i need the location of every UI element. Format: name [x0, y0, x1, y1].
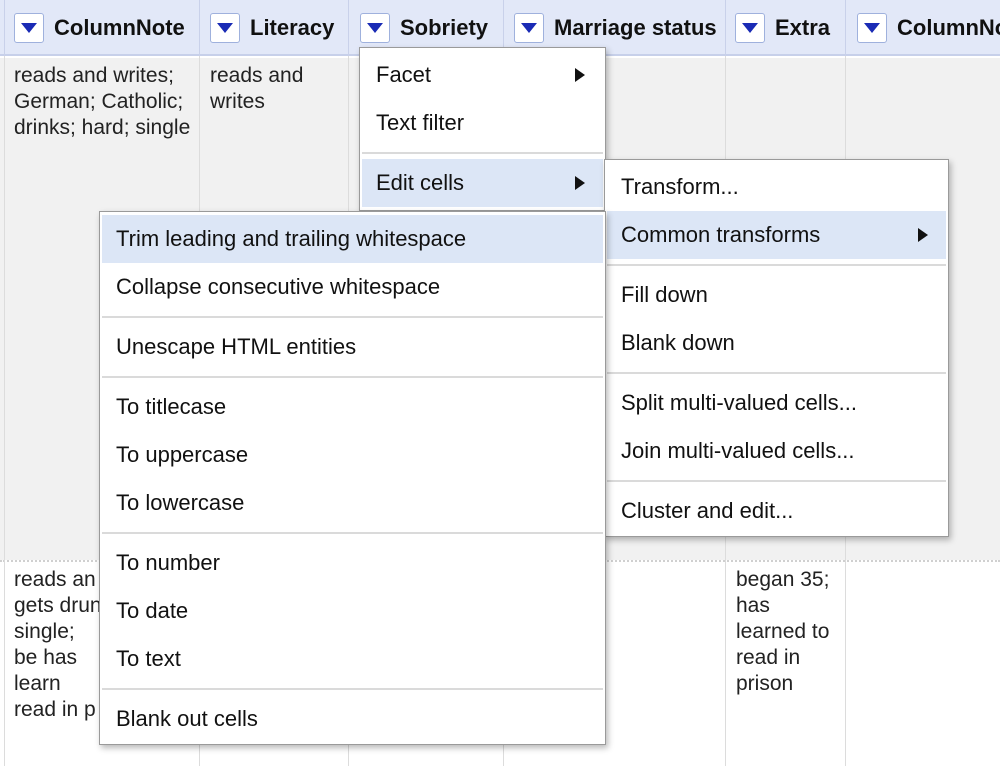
menu-item-blank-down[interactable]: Blank down [607, 319, 946, 367]
menu-item-join-multi-valued[interactable]: Join multi-valued cells... [607, 427, 946, 475]
submenu-arrow-icon [575, 176, 585, 190]
column-header-columnnote: ColumnNote [14, 0, 199, 56]
menu-item-label: Facet [376, 62, 432, 87]
dropdown-triangle-icon [521, 23, 537, 33]
menu-item-blank-out-cells[interactable]: Blank out cells [102, 695, 603, 743]
menu-separator [607, 480, 946, 482]
column-header-label: Marriage status [554, 15, 717, 40]
column-dropdown-button[interactable] [514, 13, 544, 43]
edit-cells-submenu: Transform... Common transforms Fill down… [604, 159, 949, 537]
column-header-extra: Extra [735, 0, 845, 56]
menu-item-label: Unescape HTML entities [116, 334, 357, 359]
menu-separator [102, 376, 603, 378]
column-header-label: Extra [775, 15, 831, 40]
common-transforms-submenu: Trim leading and trailing whitespace Col… [99, 211, 606, 745]
column-dropdown-button[interactable] [210, 13, 240, 43]
column-dropdown-button[interactable] [360, 13, 390, 43]
menu-separator [102, 688, 603, 690]
menu-item-label: To number [116, 550, 220, 575]
menu-item-facet[interactable]: Facet [362, 51, 603, 99]
menu-item-transform[interactable]: Transform... [607, 163, 946, 211]
column-dropdown-button[interactable] [735, 13, 765, 43]
menu-item-unescape-html[interactable]: Unescape HTML entities [102, 323, 603, 371]
menu-item-label: Cluster and edit... [621, 498, 794, 523]
menu-item-to-uppercase[interactable]: To uppercase [102, 431, 603, 479]
dropdown-triangle-icon [864, 23, 880, 33]
menu-item-label: Blank down [621, 330, 735, 355]
cell-columnnote[interactable]: reads and writes; German; Catholic; drin… [14, 63, 194, 141]
menu-item-common-transforms[interactable]: Common transforms [607, 211, 946, 259]
menu-separator [102, 316, 603, 318]
dropdown-triangle-icon [742, 23, 758, 33]
menu-item-to-titlecase[interactable]: To titlecase [102, 383, 603, 431]
column-dropdown-button[interactable] [857, 13, 887, 43]
menu-separator [362, 152, 603, 154]
dropdown-triangle-icon [217, 23, 233, 33]
menu-item-label: Common transforms [621, 222, 821, 247]
menu-item-label: Split multi-valued cells... [621, 390, 857, 415]
column-header-label: Literacy [250, 15, 335, 40]
menu-item-label: Edit cells [376, 170, 465, 195]
menu-item-label: To lowercase [116, 490, 245, 515]
menu-item-label: Transform... [621, 174, 739, 199]
column-header-label: ColumnNote [54, 15, 185, 40]
column-header-label: Sobriety [400, 15, 489, 40]
dropdown-triangle-icon [367, 23, 383, 33]
menu-item-to-number[interactable]: To number [102, 539, 603, 587]
menu-item-to-lowercase[interactable]: To lowercase [102, 479, 603, 527]
menu-item-edit-cells[interactable]: Edit cells [362, 159, 603, 207]
menu-item-label: To text [116, 646, 181, 671]
menu-item-label: To date [116, 598, 189, 623]
menu-item-split-multi-valued[interactable]: Split multi-valued cells... [607, 379, 946, 427]
menu-item-label: Trim leading and trailing whitespace [116, 226, 467, 251]
cell-columnnote[interactable]: reads an gets drun single; be has learn … [14, 567, 102, 723]
menu-item-trim-whitespace[interactable]: Trim leading and trailing whitespace [102, 215, 603, 263]
menu-item-to-date[interactable]: To date [102, 587, 603, 635]
menu-separator [607, 372, 946, 374]
menu-item-to-text[interactable]: To text [102, 635, 603, 683]
column-header-columnnote-2: ColumnNote [857, 0, 1000, 56]
column-menu: Facet Text filter Edit cells [359, 47, 606, 211]
column-dropdown-button[interactable] [14, 13, 44, 43]
menu-item-label: Fill down [621, 282, 708, 307]
menu-separator [607, 264, 946, 266]
column-header-literacy: Literacy [210, 0, 348, 56]
dropdown-triangle-icon [21, 23, 37, 33]
menu-item-label: Join multi-valued cells... [621, 438, 855, 463]
menu-item-label: Collapse consecutive whitespace [116, 274, 441, 299]
menu-item-cluster-and-edit[interactable]: Cluster and edit... [607, 487, 946, 535]
menu-item-text-filter[interactable]: Text filter [362, 99, 603, 147]
menu-item-label: Text filter [376, 110, 465, 135]
submenu-arrow-icon [918, 228, 928, 242]
menu-item-fill-down[interactable]: Fill down [607, 271, 946, 319]
cell-literacy[interactable]: reads and writes [210, 63, 340, 115]
column-header-label: ColumnNote [897, 15, 1000, 40]
menu-item-label: To uppercase [116, 442, 249, 467]
menu-separator [102, 532, 603, 534]
menu-item-label: Blank out cells [116, 706, 258, 731]
menu-item-collapse-whitespace[interactable]: Collapse consecutive whitespace [102, 263, 603, 311]
cell-extra[interactable]: began 35; has learned to read in prison [736, 567, 841, 697]
submenu-arrow-icon [575, 68, 585, 82]
menu-item-label: To titlecase [116, 394, 227, 419]
